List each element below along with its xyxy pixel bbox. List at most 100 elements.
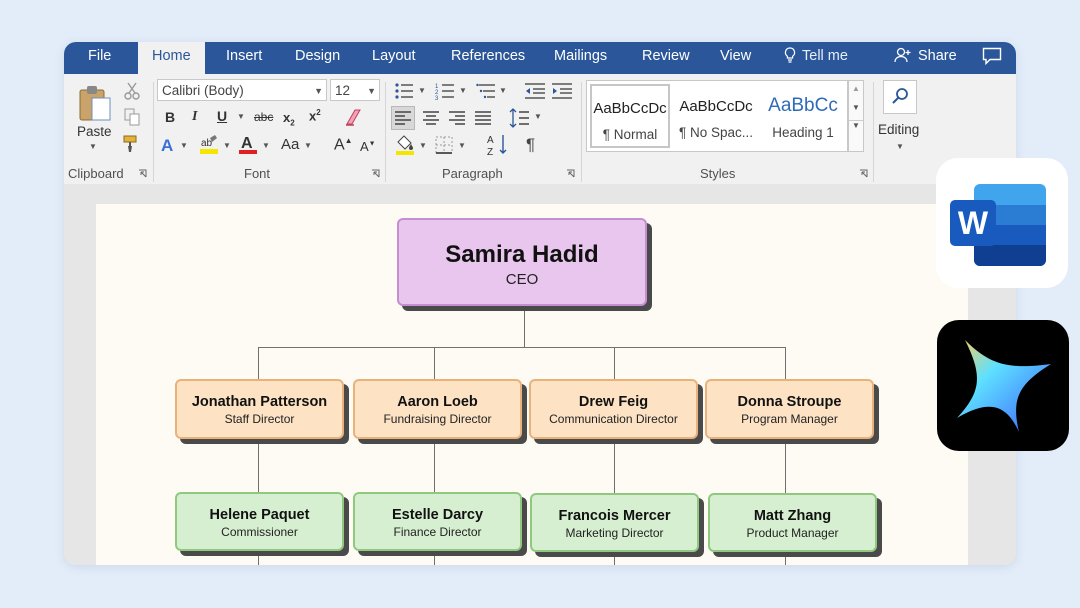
org-node-director[interactable]: Donna Stroupe Program Manager [705, 379, 874, 439]
font-color-dropdown-arrow[interactable]: ▼ [262, 141, 270, 150]
align-center-icon[interactable] [420, 107, 442, 129]
editing-button[interactable] [883, 80, 917, 114]
org-node-director[interactable]: Drew Feig Communication Director [529, 379, 698, 439]
paste-dropdown-arrow[interactable]: ▼ [89, 142, 97, 151]
cut-icon[interactable] [124, 82, 140, 100]
org-node-report[interactable]: Estelle Darcy Finance Director [353, 492, 522, 551]
font-color-icon[interactable]: A [238, 134, 258, 156]
node-role: Product Manager [746, 526, 839, 540]
node-role: Fundraising Director [383, 412, 492, 426]
divider [873, 82, 874, 182]
font-size-select[interactable]: 12 ▼ [330, 79, 380, 101]
change-case-dropdown-arrow[interactable]: ▼ [304, 141, 312, 150]
org-node-report[interactable]: Helene Paquet Commissioner [175, 492, 344, 551]
tell-me-search[interactable]: Tell me [784, 42, 848, 70]
more-styles-icon[interactable]: ▼ [849, 120, 863, 130]
node-name: Francois Mercer [558, 508, 671, 524]
node-name: Helene Paquet [209, 507, 310, 523]
share-label: Share [918, 48, 957, 64]
word-icon[interactable]: W [936, 158, 1068, 288]
tab-file[interactable]: File [88, 42, 111, 74]
text-effects-dropdown-arrow[interactable]: ▼ [180, 141, 188, 150]
clipboard-launcher-icon[interactable] [138, 169, 147, 178]
node-role: Finance Director [393, 525, 482, 539]
org-node-report[interactable]: Francois Mercer Marketing Director [530, 493, 699, 552]
style-heading-1[interactable]: AaBbCc Heading 1 [763, 84, 843, 148]
connector-line [258, 553, 259, 565]
chevron-up-icon[interactable]: ▲ [849, 84, 863, 93]
styles-gallery: AaBbCcDc ¶ Normal AaBbCcDc ¶ No Spac... … [586, 80, 848, 152]
sort-icon[interactable]: AZ [487, 133, 509, 157]
tab-layout[interactable]: Layout [372, 42, 416, 74]
change-case-icon[interactable]: Aa [281, 136, 299, 153]
line-spacing-icon[interactable] [509, 106, 531, 130]
superscript-icon[interactable]: x2 [309, 108, 321, 123]
ai-star-icon[interactable] [937, 320, 1069, 451]
text-effects-icon[interactable]: A [161, 136, 173, 156]
tab-design[interactable]: Design [295, 42, 340, 74]
tab-mailings[interactable]: Mailings [554, 42, 607, 74]
org-node-director[interactable]: Aaron Loeb Fundraising Director [353, 379, 522, 439]
numbering-dropdown-arrow[interactable]: ▼ [459, 86, 467, 95]
editing-dropdown-arrow[interactable]: ▼ [896, 142, 904, 151]
chevron-down-icon[interactable]: ▼ [849, 103, 863, 112]
italic-icon[interactable]: I [192, 109, 197, 125]
paste-icon[interactable] [78, 84, 112, 122]
style-no-spacing[interactable]: AaBbCcDc ¶ No Spac... [675, 84, 757, 148]
node-name: Drew Feig [578, 394, 649, 410]
highlight-dropdown-arrow[interactable]: ▼ [223, 141, 231, 150]
highlight-icon[interactable]: ab [198, 134, 220, 156]
font-launcher-icon[interactable] [371, 169, 380, 178]
org-node-director[interactable]: Jonathan Patterson Staff Director [175, 379, 344, 439]
share-button[interactable]: Share [894, 42, 957, 70]
document-page[interactable]: Samira Hadid CEO Jonathan Patterson Staf… [96, 204, 968, 565]
strikethrough-icon[interactable]: abc [254, 110, 273, 124]
clear-formatting-icon[interactable] [343, 108, 363, 126]
line-spacing-dropdown-arrow[interactable]: ▼ [534, 112, 542, 121]
chevron-down-icon: ▼ [367, 86, 376, 96]
grow-font-icon[interactable]: A▲ [334, 136, 353, 154]
multilevel-dropdown-arrow[interactable]: ▼ [499, 86, 507, 95]
comment-icon[interactable] [982, 47, 1002, 69]
font-name-select[interactable]: Calibri (Body) ▼ [157, 79, 327, 101]
tab-review[interactable]: Review [642, 42, 690, 74]
shading-icon[interactable] [394, 134, 416, 156]
increase-indent-icon[interactable] [551, 82, 573, 100]
bullets-dropdown-arrow[interactable]: ▼ [418, 86, 426, 95]
tab-home[interactable]: Home [138, 42, 205, 76]
style-normal[interactable]: AaBbCcDc ¶ Normal [590, 84, 670, 148]
borders-icon[interactable] [434, 135, 454, 155]
copy-icon[interactable] [124, 108, 140, 126]
paragraph-launcher-icon[interactable] [566, 169, 575, 178]
decrease-indent-icon[interactable] [524, 82, 546, 100]
paste-button[interactable]: Paste [77, 124, 112, 139]
tab-insert[interactable]: Insert [226, 42, 262, 74]
show-formatting-marks-icon[interactable]: ¶ [526, 135, 535, 155]
ribbon-tab-bar: File Home Insert Design Layout Reference… [64, 42, 1016, 76]
bold-icon[interactable]: B [165, 109, 175, 125]
shrink-font-icon[interactable]: A▼ [360, 139, 376, 154]
tab-references[interactable]: References [451, 42, 525, 74]
styles-launcher-icon[interactable] [859, 169, 868, 178]
style-name: ¶ No Spac... [678, 125, 754, 140]
multilevel-list-icon[interactable] [476, 82, 496, 100]
org-node-report[interactable]: Matt Zhang Product Manager [708, 493, 877, 552]
tab-view[interactable]: View [720, 42, 751, 74]
shading-dropdown-arrow[interactable]: ▼ [419, 141, 427, 150]
underline-dropdown-arrow[interactable]: ▼ [237, 112, 245, 121]
align-left-button[interactable] [391, 106, 415, 130]
font-name-value: Calibri (Body) [162, 83, 244, 98]
align-left-icon [395, 111, 411, 125]
bullets-icon[interactable] [394, 82, 414, 100]
numbering-icon[interactable]: 123 [435, 82, 455, 100]
align-right-icon[interactable] [446, 107, 468, 129]
styles-scroller[interactable]: ▲ ▼ ▼ [848, 80, 864, 152]
org-node-ceo[interactable]: Samira Hadid CEO [397, 218, 647, 306]
font-size-value: 12 [335, 83, 351, 98]
editing-label[interactable]: Editing [878, 122, 919, 137]
format-painter-icon[interactable] [123, 135, 141, 153]
subscript-icon[interactable]: x2 [283, 110, 295, 128]
borders-dropdown-arrow[interactable]: ▼ [458, 141, 466, 150]
justify-icon[interactable] [472, 107, 494, 129]
underline-icon[interactable]: U [217, 108, 227, 124]
